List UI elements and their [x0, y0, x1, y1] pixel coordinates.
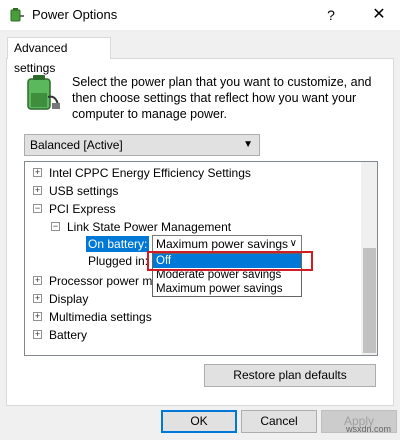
tree-item-label: Intel CPPC Energy Efficiency Settings — [49, 166, 251, 180]
collapse-icon[interactable]: − — [51, 222, 60, 231]
tree-item-label: Processor power m — [49, 274, 153, 288]
collapse-icon[interactable]: − — [33, 204, 42, 213]
cancel-button[interactable]: Cancel — [241, 410, 317, 433]
tree-item-label: Display — [49, 292, 89, 306]
plugged-in-label: Plugged in: — [88, 254, 149, 268]
tree-item-label: Link State Power Management — [67, 220, 232, 234]
intro-text: Select the power plan that you want to c… — [72, 75, 372, 121]
expand-icon[interactable]: + — [33, 312, 42, 321]
plan-dropdown-value: Balanced [Active] — [30, 138, 123, 152]
battery-plug-icon — [27, 75, 60, 110]
tab-advanced-settings[interactable]: Advanced settings — [7, 37, 111, 75]
help-button[interactable]: ? — [318, 2, 344, 28]
on-battery-value: Maximum power savings — [156, 237, 289, 251]
tree-item-label: PCI Express — [49, 202, 116, 216]
close-button[interactable]: ✕ — [364, 2, 394, 28]
tree-item-label: Battery — [49, 328, 88, 342]
tree-scrollbar[interactable] — [361, 162, 377, 355]
power-options-icon — [10, 8, 24, 22]
on-battery-label[interactable]: On battery: — [86, 236, 150, 252]
highlight-annotation — [147, 251, 313, 271]
tree-item-label: USB settings — [49, 184, 119, 198]
expand-icon[interactable]: + — [33, 186, 42, 195]
ok-button[interactable]: OK — [161, 410, 237, 433]
title-bar: Power Options ? ✕ — [0, 0, 400, 30]
chevron-down-icon: ▼ — [243, 139, 253, 150]
plan-dropdown[interactable]: Balanced [Active] ▼ — [24, 134, 260, 156]
expand-icon[interactable]: + — [33, 330, 42, 339]
restore-defaults-button[interactable]: Restore plan defaults — [204, 364, 376, 387]
tree-item-label: Multimedia settings — [49, 310, 152, 324]
chevron-down-icon: ∨ — [289, 238, 297, 249]
expand-icon[interactable]: + — [33, 276, 42, 285]
expand-icon[interactable]: + — [33, 294, 42, 303]
watermark: wsxdn.com — [346, 424, 392, 434]
window-title: Power Options — [32, 7, 118, 22]
expand-icon[interactable]: + — [33, 168, 42, 177]
dropdown-option-maximum[interactable]: Maximum power savings — [153, 282, 301, 296]
scroll-thumb[interactable] — [363, 248, 376, 353]
